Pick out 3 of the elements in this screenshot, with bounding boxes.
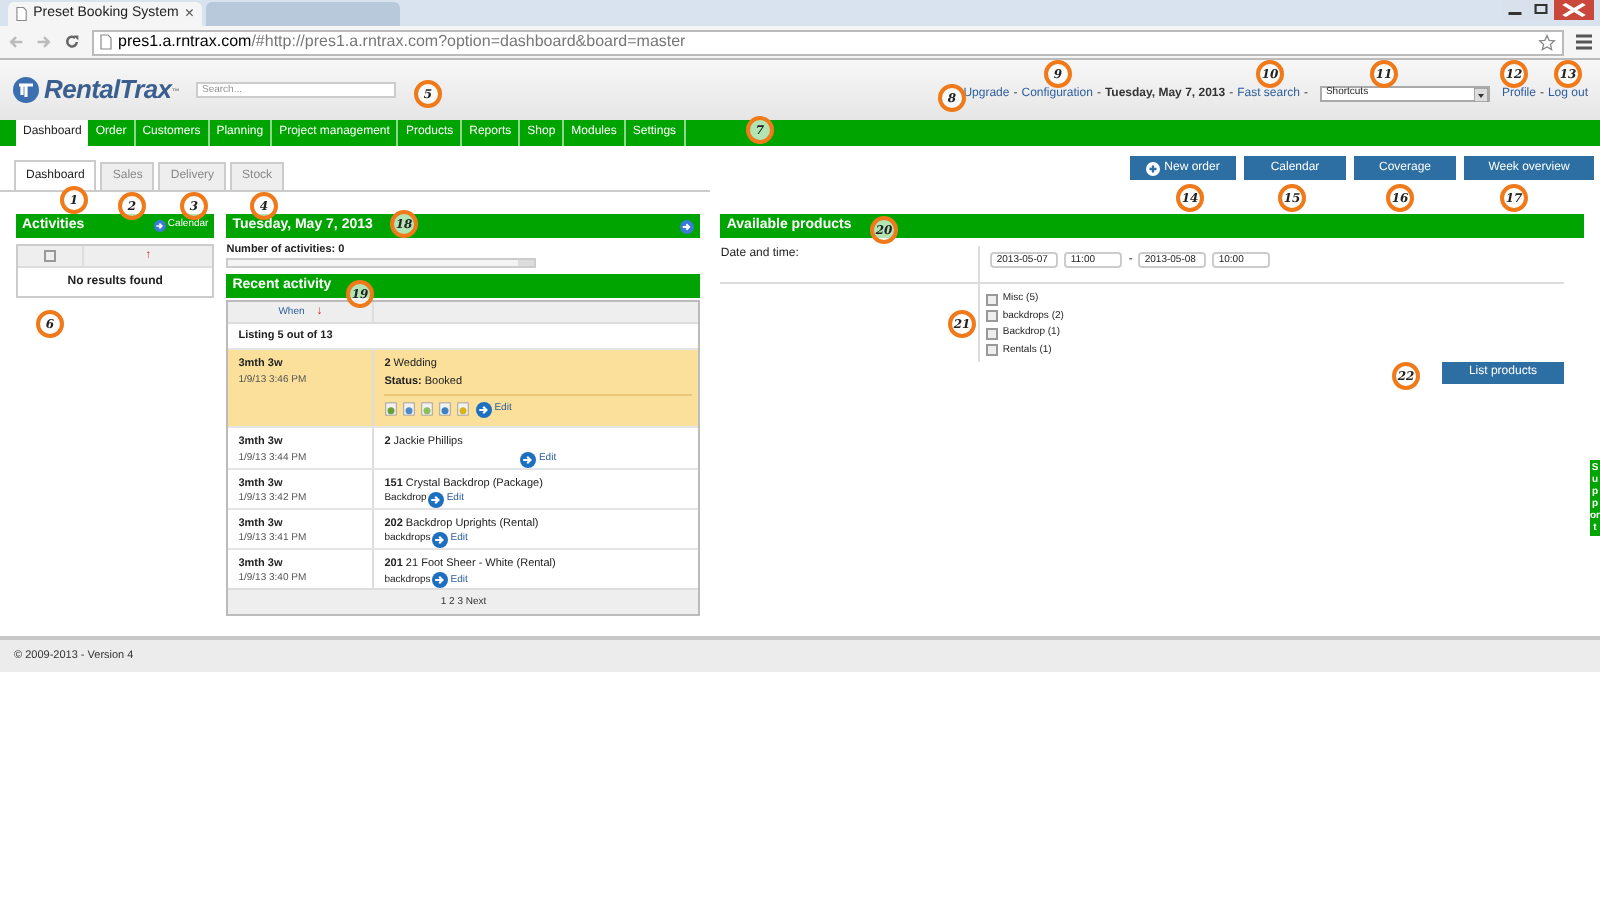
url-text: pres1.a.rntrax.com/#http://pres1.a.rntrax.com?option=dashboard&board=master (118, 30, 686, 54)
close-tab-button[interactable]: × (184, 2, 194, 26)
address-bar[interactable]: pres1.a.rntrax.com/#http://pres1.a.rntrax.com?option=dashboard&board=master (92, 29, 1564, 55)
